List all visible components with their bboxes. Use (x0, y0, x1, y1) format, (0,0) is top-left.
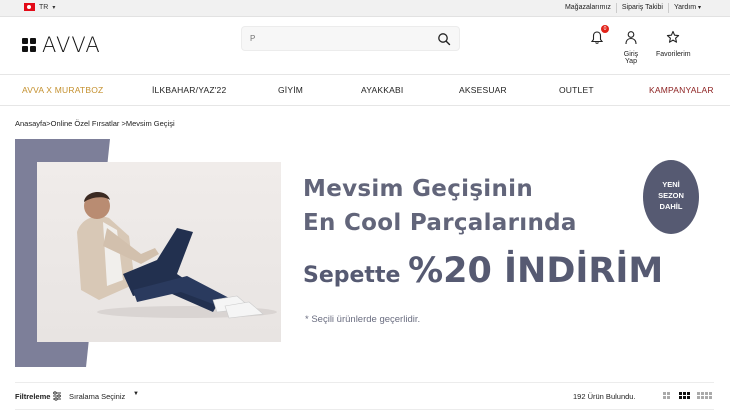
search-box (241, 26, 460, 51)
filter-sliders-icon[interactable] (52, 391, 62, 401)
help-link[interactable]: Yardım ▾ (667, 3, 706, 13)
stores-link[interactable]: Mağazalarımız (560, 3, 616, 13)
banner-note: * Seçili ürünlerde geçerlidir. (305, 314, 421, 325)
nav-item-kampanyalar[interactable]: KAMPANYALAR (649, 85, 714, 95)
badge-line1: YENİ (662, 180, 680, 189)
banner-photo (37, 162, 281, 342)
nav-item-giyim[interactable]: GİYİM (278, 85, 303, 95)
banner-headline-line1: Mevsim Geçişinin (303, 176, 534, 202)
banner-headline-line2: En Cool Parçalarında (303, 210, 577, 236)
chevron-down-icon: ▾ (697, 5, 701, 11)
breadcrumb[interactable]: Anasayfa>Online Özel Fırsatlar >Mevsim G… (15, 119, 175, 128)
banner-discount: Sepette %20 İNDİRİM (303, 251, 663, 291)
user-icon (625, 31, 637, 45)
account-button[interactable]: Giriş Yap (617, 30, 645, 65)
grid-4-column-icon[interactable] (697, 392, 712, 399)
language-selector[interactable]: TR ▾ (24, 3, 55, 11)
favorites-button[interactable]: Favorilerim (656, 30, 691, 58)
grid-3-column-icon[interactable] (679, 392, 690, 399)
star-icon (666, 30, 680, 43)
account-label: Giriş Yap (623, 51, 639, 65)
cart-count-badge: 0 (601, 25, 609, 33)
logo-mark-icon (22, 38, 36, 52)
favorites-label: Favorilerim (656, 51, 691, 58)
nav-item-ilkbahar-yaz[interactable]: İLKBAHAR/YAZ'22 (152, 85, 226, 95)
chevron-down-icon: ▾ (52, 4, 56, 11)
top-utility-bar: TR ▾ Mağazalarımız Sipariş Takibi Yardım… (0, 0, 730, 17)
main-navigation: AVVA X MURATBOZ İLKBAHAR/YAZ'22 GİYİM AY… (0, 74, 730, 106)
avva-logo[interactable]: AVVA (22, 33, 101, 57)
search-icon[interactable] (437, 32, 451, 46)
help-link-label: Yardım (673, 4, 697, 11)
order-tracking-link[interactable]: Sipariş Takibi (615, 3, 668, 13)
cart-button[interactable]: 0 (590, 25, 609, 45)
sort-caret-icon[interactable]: ▼ (133, 391, 139, 397)
campaign-banner[interactable]: Mevsim Geçişinin En Cool Parçalarında Se… (15, 139, 714, 367)
turkey-flag-icon (24, 3, 35, 11)
nav-item-ayakkabi[interactable]: AYAKKABI (361, 85, 403, 95)
nav-item-avva-x-muratboz[interactable]: AVVA X MURATBOZ (22, 85, 103, 95)
top-links: Mağazalarımız Sipariş Takibi Yardım ▾ (560, 3, 706, 13)
new-season-badge: YENİ SEZON DAHİL (643, 160, 699, 234)
filter-button[interactable]: Filtreleme (15, 392, 50, 401)
logo-text: AVVA (42, 33, 101, 57)
model-illustration (77, 191, 277, 319)
language-code: TR (39, 3, 49, 11)
nav-item-outlet[interactable]: OUTLET (559, 85, 594, 95)
grid-2-column-icon[interactable] (663, 392, 670, 399)
result-count: 192 Ürün Bulundu. (573, 392, 636, 401)
badge-line3: DAHİL (659, 202, 683, 211)
discount-prefix: Sepette (303, 263, 409, 288)
sort-select[interactable]: Sıralama Seçiniz (69, 392, 125, 401)
discount-value: %20 İNDİRİM (408, 251, 664, 291)
search-input[interactable] (242, 27, 422, 50)
badge-line2: SEZON (658, 191, 684, 200)
nav-item-aksesuar[interactable]: AKSESUAR (459, 85, 507, 95)
filter-bar: Filtreleme Sıralama Seçiniz ▼ 192 Ürün B… (15, 382, 714, 410)
